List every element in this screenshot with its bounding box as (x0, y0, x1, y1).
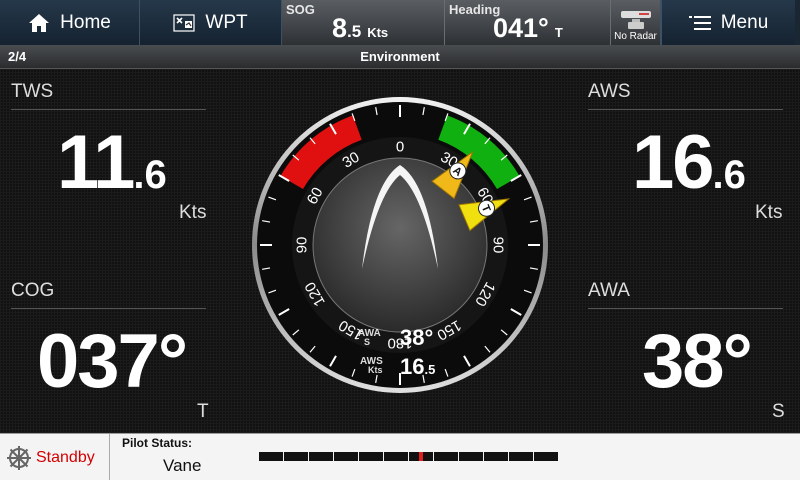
heading-value-num: 041° (493, 13, 549, 43)
menu-icon (688, 15, 711, 30)
rudder-segment (309, 452, 333, 461)
page-title: Environment (360, 49, 440, 64)
gauge-scale-label: 0 (396, 139, 404, 156)
heading-value: 041° T (493, 13, 563, 44)
page-title-bar: 2/4 Environment (0, 45, 800, 69)
gauge-face (312, 157, 488, 333)
gauge-aws-value-dec: .5 (424, 362, 435, 377)
aws-value: 16.6 (632, 119, 746, 206)
rudder-segment (259, 452, 283, 461)
sog-value: 8.5 Kts (332, 13, 388, 44)
rudder-segment (484, 452, 508, 461)
gauge-aws-unit: Kts (368, 365, 383, 375)
wpt-button[interactable]: WPT (140, 0, 282, 45)
aws-panel: AWS 16.6 Kts (588, 81, 788, 231)
tws-value-dec: .6 (133, 153, 167, 197)
sog-label: SOG (286, 2, 315, 17)
rudder-segment (534, 452, 558, 461)
gauge-scale-label: 90 (490, 237, 507, 254)
gauge-awa-value: 38° (400, 325, 433, 350)
awa-label: AWA (588, 280, 630, 301)
rudder-indicator (259, 452, 559, 461)
gauge-awa-side: S (364, 337, 370, 347)
tws-panel: TWS 11.6 Kts (11, 81, 211, 231)
rudder-segment (409, 452, 433, 461)
rudder-segment (384, 452, 408, 461)
awa-value: 38° (642, 319, 753, 404)
gauge-aws-value-int: 16 (400, 354, 424, 379)
heading-readout: Heading 041° T (445, 0, 611, 45)
awa-panel: AWA 38° S (588, 280, 788, 430)
cog-panel: COG 037° T (11, 280, 211, 430)
tws-unit: Kts (179, 202, 207, 223)
sog-value-dec: .5 (347, 22, 362, 41)
cog-label: COG (11, 280, 55, 301)
rudder-segment (359, 452, 383, 461)
radar-button[interactable]: No Radar (611, 0, 661, 45)
pilot-status-label: Pilot Status: (122, 436, 193, 450)
tws-divider (11, 109, 206, 110)
menu-label: Menu (720, 11, 769, 33)
rudder-segment (284, 452, 308, 461)
sog-readout: SOG 8.5 Kts (282, 0, 445, 45)
aws-value-int: 16 (632, 120, 715, 205)
tws-value: 11.6 (57, 119, 167, 206)
environment-page: TWS 11.6 Kts COG 037° T AWS 16.6 Kts AWA… (0, 69, 800, 433)
radar-icon (620, 11, 651, 29)
waypoint-icon (173, 13, 195, 32)
radar-label: No Radar (614, 31, 657, 42)
rudder-segment (459, 452, 483, 461)
home-icon (29, 13, 50, 32)
top-bar: Home WPT SOG 8.5 Kts Heading 041° T No Rad… (0, 0, 800, 45)
home-label: Home (60, 11, 111, 33)
tws-value-int: 11 (57, 120, 135, 205)
cog-divider (11, 308, 206, 309)
wind-gauge: 0306090120150180150120906030 TA AWA S 38… (252, 97, 548, 393)
wpt-label: WPT (205, 11, 248, 33)
menu-button[interactable]: Menu (661, 0, 795, 45)
sog-unit: Kts (367, 25, 389, 40)
home-button[interactable]: Home (0, 0, 140, 45)
standby-label: Standby (36, 448, 95, 466)
awa-divider (588, 308, 783, 309)
rudder-segment (334, 452, 358, 461)
aws-label: AWS (588, 81, 631, 102)
aws-value-dec: .6 (712, 153, 746, 197)
pilot-status-value: Vane (163, 456, 202, 475)
cog-unit: T (197, 401, 209, 422)
sog-value-int: 8 (332, 13, 348, 43)
rudder-segment (509, 452, 533, 461)
aws-unit: Kts (755, 202, 783, 223)
gauge-scale-label: 90 (294, 237, 311, 254)
awa-unit: S (772, 401, 785, 422)
helm-wheel-icon (7, 445, 31, 470)
rudder-segment (434, 452, 458, 461)
cog-value: 037° (37, 319, 188, 404)
aws-divider (588, 109, 783, 110)
tws-label: TWS (11, 81, 54, 102)
standby-button[interactable]: Standby (0, 434, 110, 480)
heading-ref: T (554, 25, 563, 40)
